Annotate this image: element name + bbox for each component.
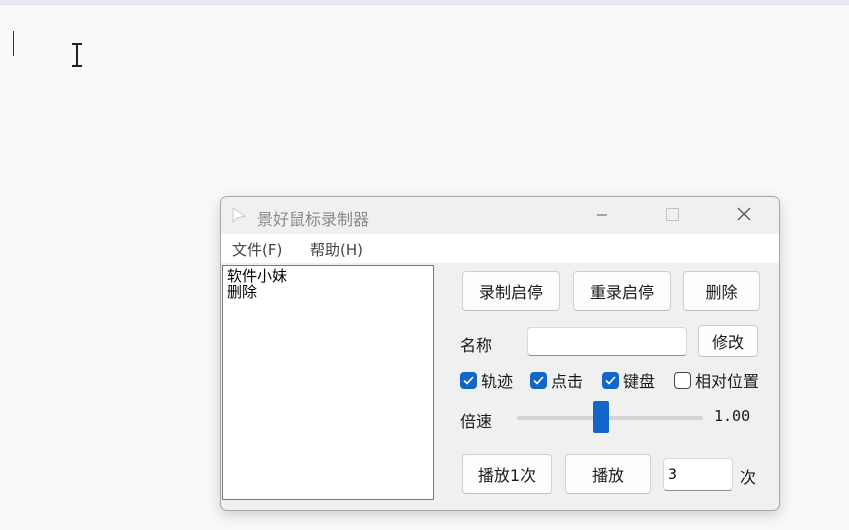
click-checkbox[interactable]: 点击 — [530, 368, 583, 392]
cursor-arrow-icon — [231, 207, 247, 224]
rerecord-toggle-button[interactable]: 重录启停 — [573, 271, 671, 311]
name-input[interactable] — [527, 327, 687, 356]
menu-help[interactable]: 帮助(H) — [310, 239, 363, 260]
recorder-window[interactable]: 景好鼠标录制器 文件(F) 帮助(H) 软件小妹 删除 录制启停 重录启停 删除… — [220, 196, 780, 511]
checkmark-icon — [460, 371, 477, 389]
speed-slider-thumb[interactable] — [593, 401, 609, 433]
window-title: 景好鼠标录制器 — [257, 210, 370, 229]
speed-value: 1.00 — [714, 407, 751, 425]
click-label: 点击 — [551, 372, 584, 391]
speed-label: 倍速 — [460, 412, 493, 431]
close-button[interactable] — [719, 197, 769, 234]
menu-file[interactable]: 文件(F) — [232, 239, 282, 260]
recording-list[interactable]: 软件小妹 删除 — [222, 265, 434, 500]
keyboard-label: 键盘 — [623, 372, 656, 391]
minimize-button[interactable] — [577, 197, 627, 234]
play-button[interactable]: 播放 — [565, 454, 651, 494]
list-item[interactable]: 删除 — [227, 284, 429, 300]
trajectory-label: 轨迹 — [481, 372, 514, 391]
relative-position-label: 相对位置 — [695, 372, 760, 391]
editor-top-border — [0, 0, 849, 5]
title-bar[interactable]: 景好鼠标录制器 — [221, 197, 779, 234]
checkmark-icon — [602, 371, 619, 389]
name-label: 名称 — [460, 336, 493, 355]
relative-position-checkbox[interactable]: 相对位置 — [674, 368, 759, 392]
text-caret — [13, 31, 14, 56]
play-once-button[interactable]: 播放1次 — [462, 454, 552, 494]
record-toggle-button[interactable]: 录制启停 — [462, 271, 560, 311]
delete-button[interactable]: 删除 — [683, 271, 760, 311]
checkmark-icon — [530, 371, 547, 389]
speed-slider-track[interactable] — [517, 416, 703, 420]
unchecked-box-icon — [674, 371, 691, 389]
menu-bar: 文件(F) 帮助(H) — [221, 234, 779, 263]
close-icon — [737, 207, 751, 225]
trajectory-checkbox[interactable]: 轨迹 — [460, 368, 513, 392]
maximize-button[interactable] — [647, 197, 697, 234]
modify-button[interactable]: 修改 — [698, 325, 758, 357]
minimize-icon — [596, 207, 608, 225]
ibeam-cursor-icon — [70, 43, 84, 67]
keyboard-checkbox[interactable]: 键盘 — [602, 368, 655, 392]
repeat-count-input[interactable] — [663, 458, 733, 491]
repeat-unit-label: 次 — [740, 468, 757, 487]
list-item[interactable]: 软件小妹 — [227, 268, 429, 284]
maximize-icon — [665, 207, 679, 225]
